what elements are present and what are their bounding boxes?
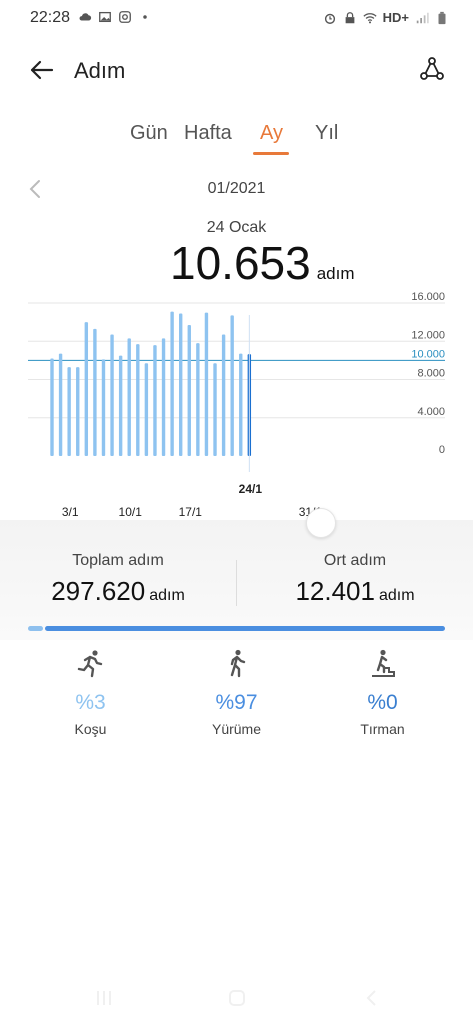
bar bbox=[50, 358, 54, 456]
back-icon[interactable] bbox=[360, 986, 384, 1010]
selected-date: 24 Ocak bbox=[206, 219, 267, 236]
average-steps-label: Ort adım bbox=[323, 552, 387, 569]
activity-climbing: %0 Tırman bbox=[304, 648, 461, 737]
selected-steps-value: 10.653 bbox=[170, 237, 311, 289]
selected-steps: 10.653 adım bbox=[170, 236, 355, 290]
chart-scrubber-handle[interactable] bbox=[306, 508, 336, 538]
app-header: Adım bbox=[0, 50, 473, 90]
battery-icon bbox=[438, 11, 446, 24]
bar bbox=[153, 345, 157, 456]
bar bbox=[58, 353, 63, 456]
tab-week[interactable]: Hafta bbox=[184, 122, 232, 145]
system-nav-bar bbox=[0, 986, 473, 1010]
average-steps-unit: adım bbox=[378, 587, 415, 604]
bar bbox=[136, 344, 140, 456]
bar bbox=[187, 324, 191, 456]
selected-steps-unit: adım bbox=[316, 264, 355, 283]
share-icon[interactable] bbox=[417, 54, 447, 84]
bar bbox=[179, 313, 183, 456]
cloud-icon bbox=[79, 13, 92, 21]
y-tick-label: 8.000 bbox=[417, 368, 445, 380]
network-label: HD+ bbox=[382, 10, 409, 25]
x-tick-label: 3/1 bbox=[62, 505, 79, 519]
y-tick-label: 10.000 bbox=[411, 348, 445, 360]
alarm-icon bbox=[324, 13, 335, 24]
tab-year[interactable]: Yıl bbox=[315, 122, 338, 145]
bar bbox=[76, 367, 80, 456]
average-steps-value: 12.401 bbox=[295, 576, 375, 606]
bar bbox=[67, 367, 71, 456]
climbing-percent: %0 bbox=[367, 691, 398, 714]
bar bbox=[230, 315, 234, 456]
x-tick-label: 24/1 bbox=[239, 482, 263, 496]
status-bar: 22:28 HD+ bbox=[0, 0, 473, 36]
total-steps-unit: adım bbox=[149, 587, 185, 604]
bar bbox=[204, 312, 209, 456]
arrow-left-icon[interactable] bbox=[26, 54, 58, 86]
bar bbox=[127, 338, 131, 456]
y-tick-label: 4.000 bbox=[417, 406, 445, 418]
total-steps-stat: Toplam adım 297.620 adım bbox=[0, 552, 236, 607]
steps-bar-chart[interactable]: 16.000 12.000 10.000 8.000 4.000 0 3/1 10/1 17/1… bbox=[0, 290, 473, 530]
wifi-icon bbox=[363, 12, 377, 23]
climbing-icon bbox=[371, 649, 395, 677]
bar bbox=[144, 363, 149, 456]
x-tick-label: 10/1 bbox=[119, 505, 143, 519]
bar bbox=[110, 334, 114, 456]
status-time: 22:28 bbox=[30, 9, 71, 26]
dot-icon bbox=[143, 15, 147, 19]
activity-walking: %97 Yürüme bbox=[158, 648, 315, 737]
running-icon bbox=[77, 650, 102, 678]
y-tick-label: 0 bbox=[439, 444, 445, 456]
running-label: Koşu bbox=[74, 721, 107, 737]
period-tabs: Gün Hafta Ay Yıl bbox=[0, 118, 473, 158]
walking-icon bbox=[230, 649, 245, 678]
running-progress bbox=[28, 626, 43, 631]
bar bbox=[93, 328, 97, 456]
x-tick-label: 17/1 bbox=[179, 505, 203, 519]
page-title: Adım bbox=[74, 58, 126, 83]
total-steps-label: Toplam adım bbox=[72, 552, 164, 569]
y-tick-label: 16.000 bbox=[411, 291, 445, 303]
activity-running: %3 Koşu bbox=[12, 648, 169, 737]
average-steps-stat: Ort adım 12.401 adım bbox=[237, 552, 473, 607]
walking-progress bbox=[45, 626, 445, 631]
walking-percent: %97 bbox=[215, 691, 258, 714]
bar bbox=[118, 355, 123, 456]
bar bbox=[239, 353, 243, 456]
instagram-icon bbox=[119, 11, 131, 23]
climbing-label: Tırman bbox=[360, 721, 405, 737]
image-icon bbox=[99, 11, 111, 23]
active-tab-indicator bbox=[253, 152, 289, 155]
bar bbox=[221, 334, 226, 456]
period-label: 01/2021 bbox=[207, 180, 266, 197]
bar bbox=[101, 359, 106, 456]
walking-label: Yürüme bbox=[211, 721, 262, 737]
bar bbox=[213, 363, 217, 456]
tab-month[interactable]: Ay bbox=[260, 122, 283, 145]
signal-icon bbox=[416, 12, 429, 23]
recent-apps-icon[interactable] bbox=[92, 986, 116, 1010]
bar bbox=[161, 338, 166, 456]
activity-progress-bar bbox=[28, 626, 445, 631]
lock-icon bbox=[345, 11, 354, 23]
bar bbox=[196, 343, 200, 456]
total-steps-value: 297.620 bbox=[51, 576, 146, 606]
bar bbox=[84, 322, 89, 456]
tab-day[interactable]: Gün bbox=[130, 122, 168, 145]
bar bbox=[170, 311, 174, 456]
home-icon[interactable] bbox=[225, 986, 249, 1010]
y-tick-label: 12.000 bbox=[411, 329, 445, 341]
running-percent: %3 bbox=[75, 691, 106, 714]
